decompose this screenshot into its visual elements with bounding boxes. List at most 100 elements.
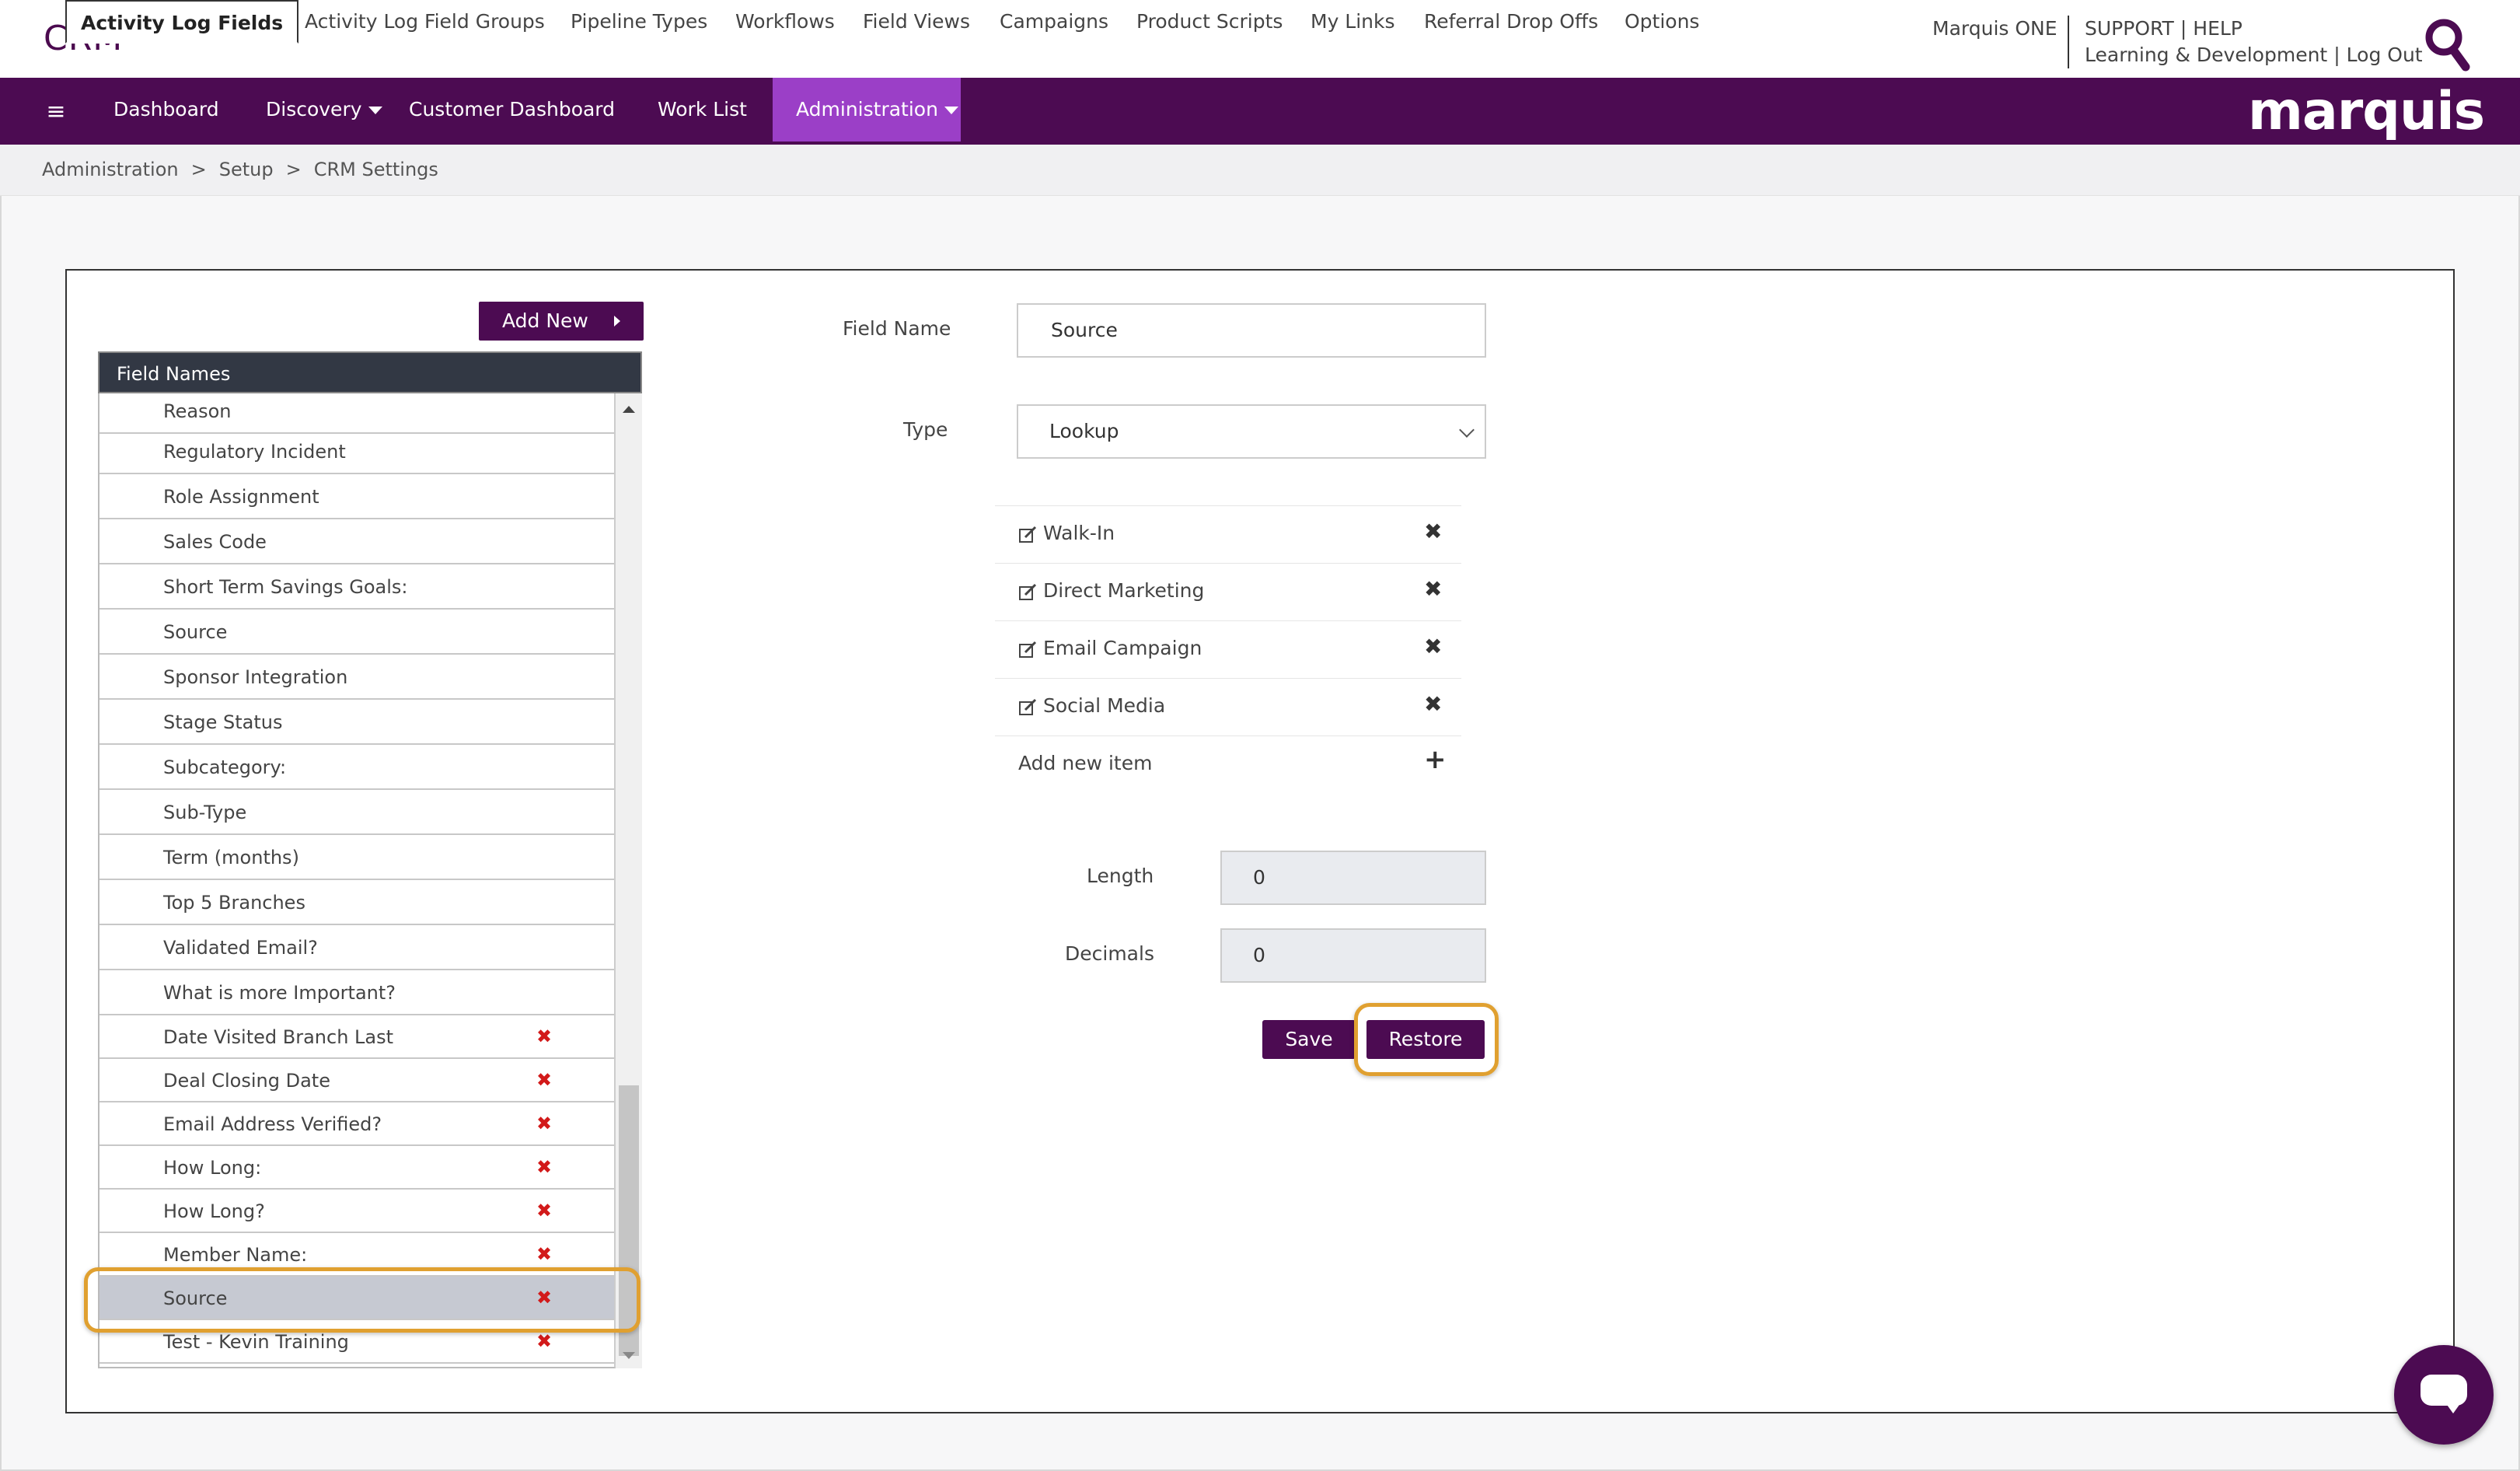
delete-icon[interactable]: ✖: [536, 1232, 552, 1276]
remove-icon[interactable]: ✖: [1424, 576, 1442, 602]
add-new-item-row[interactable]: Add new item +: [995, 736, 1461, 793]
chevron-down-icon: [1459, 422, 1475, 438]
nav-dashboard[interactable]: Dashboard: [90, 78, 243, 142]
tab-field-views[interactable]: Field Views: [863, 0, 970, 44]
breadcrumb-administration[interactable]: Administration: [42, 159, 179, 180]
tab-workflows[interactable]: Workflows: [735, 0, 835, 44]
field-list-row-label: Short Term Savings Goals:: [163, 576, 408, 598]
search-icon[interactable]: [2424, 17, 2470, 72]
tab-my-links[interactable]: My Links: [1311, 0, 1395, 44]
field-list-row[interactable]: What is more Important?: [99, 970, 614, 1015]
nav-work-list[interactable]: Work List: [634, 78, 770, 142]
nav-discovery-label: Discovery: [266, 98, 362, 121]
field-list-row[interactable]: How Long: ✖: [99, 1145, 614, 1190]
list-scrollbar[interactable]: [616, 393, 642, 1368]
link-separator: |: [2180, 17, 2187, 40]
help-link[interactable]: HELP: [2193, 17, 2243, 40]
field-list-row-label: Subcategory:: [163, 756, 287, 778]
remove-icon[interactable]: ✖: [1424, 634, 1442, 659]
field-list-row-label: Email Address Verified?: [163, 1113, 382, 1135]
field-list-row[interactable]: Source: [99, 610, 614, 655]
lookup-item: Email Campaign ✖: [995, 620, 1461, 678]
field-list-row-label: Date Visited Branch Last: [163, 1026, 394, 1048]
lookup-item-label: Social Media: [1043, 694, 1166, 717]
delete-icon[interactable]: ✖: [536, 1189, 552, 1232]
tab-activity-log-fields[interactable]: Activity Log Fields: [65, 0, 299, 44]
remove-icon[interactable]: ✖: [1424, 519, 1442, 544]
field-list-row[interactable]: Source ✖: [99, 1276, 614, 1320]
field-list-row-label: Validated Email?: [163, 937, 318, 959]
tab-product-scripts[interactable]: Product Scripts: [1136, 0, 1283, 44]
field-list-row[interactable]: Subcategory:: [99, 745, 614, 790]
field-list-row[interactable]: Regulatory Incident: [99, 429, 614, 474]
delete-icon[interactable]: ✖: [536, 1319, 552, 1363]
chevron-down-icon: [944, 107, 958, 114]
logout-link[interactable]: Log Out: [2347, 44, 2423, 66]
nav-customer-dashboard-label: Customer Dashboard: [409, 98, 616, 121]
remove-icon[interactable]: ✖: [1424, 691, 1442, 717]
field-list-row[interactable]: Sub-Type: [99, 790, 614, 835]
nav-customer-dashboard[interactable]: Customer Dashboard: [386, 78, 638, 142]
field-list-row[interactable]: Role Assignment: [99, 474, 614, 519]
field-list-row[interactable]: Short Term Savings Goals:: [99, 564, 614, 610]
support-help-links: SUPPORT | HELP: [2085, 17, 2243, 40]
tab-campaigns[interactable]: Campaigns: [1000, 0, 1108, 44]
edit-icon[interactable]: [1018, 640, 1038, 660]
type-label: Type: [903, 418, 948, 441]
field-list-row-label: Reason: [163, 400, 232, 422]
field-list-row-label: How Long?: [163, 1200, 265, 1222]
marquis-logo: marquis: [2248, 81, 2485, 142]
add-icon[interactable]: +: [1424, 744, 1447, 775]
tab-referral-drop-offs[interactable]: Referral Drop Offs: [1424, 0, 1598, 44]
field-list-row[interactable]: Validated Email?: [99, 925, 614, 970]
nav-discovery[interactable]: Discovery: [243, 78, 406, 142]
field-list-row[interactable]: Sponsor Integration: [99, 655, 614, 700]
nav-dashboard-label: Dashboard: [113, 98, 219, 121]
lookup-item-label: Direct Marketing: [1043, 579, 1205, 602]
field-list-row-label: Test - Kevin Training: [163, 1331, 349, 1353]
field-name-label: Field Name: [843, 317, 951, 340]
field-list-row-label: Deal Closing Date: [163, 1070, 330, 1092]
breadcrumb-setup[interactable]: Setup: [219, 159, 274, 180]
field-name-input[interactable]: Source: [1017, 303, 1486, 358]
delete-icon[interactable]: ✖: [536, 1058, 552, 1102]
field-list-row[interactable]: Stage Status: [99, 700, 614, 745]
length-input[interactable]: 0: [1220, 851, 1486, 905]
field-list-row[interactable]: Sales Code: [99, 519, 614, 564]
save-button[interactable]: Save: [1262, 1020, 1356, 1059]
caret-right-icon: [614, 316, 620, 327]
delete-icon[interactable]: ✖: [536, 1145, 552, 1189]
add-new-button[interactable]: Add New: [479, 302, 644, 341]
tab-options[interactable]: Options: [1625, 0, 1699, 44]
tab-pipeline-types[interactable]: Pipeline Types: [571, 0, 707, 44]
field-list-row[interactable]: Date Visited Branch Last ✖: [99, 1015, 614, 1059]
field-list-row[interactable]: Reason: [99, 393, 614, 434]
support-link[interactable]: SUPPORT: [2085, 17, 2174, 40]
tab-activity-log-field-groups[interactable]: Activity Log Field Groups: [305, 0, 545, 44]
scroll-down-icon[interactable]: [623, 1352, 635, 1359]
field-list-row[interactable]: How Long? ✖: [99, 1189, 614, 1233]
field-list-row[interactable]: Term (months): [99, 835, 614, 880]
field-list-row[interactable]: Member Name: ✖: [99, 1232, 614, 1277]
edit-icon[interactable]: [1018, 697, 1038, 718]
chat-button[interactable]: [2394, 1345, 2494, 1445]
field-list-row[interactable]: Test - Kevin Training ✖: [99, 1319, 614, 1364]
field-list-row-label: What is more Important?: [163, 982, 396, 1004]
edit-icon[interactable]: [1018, 582, 1038, 603]
learning-link[interactable]: Learning & Development: [2085, 44, 2327, 66]
field-list-row[interactable]: Deal Closing Date ✖: [99, 1058, 614, 1102]
delete-icon[interactable]: ✖: [536, 1276, 552, 1319]
scroll-thumb[interactable]: [619, 1085, 639, 1356]
field-list-row[interactable]: Email Address Verified? ✖: [99, 1102, 614, 1146]
nav-administration[interactable]: Administration: [773, 78, 961, 142]
type-select[interactable]: Lookup: [1017, 404, 1486, 459]
hamburger-menu-icon[interactable]: ≡: [40, 96, 72, 128]
decimals-input[interactable]: 0: [1220, 928, 1486, 983]
scroll-up-icon[interactable]: [623, 406, 635, 413]
field-list-row[interactable]: Top 5 Branches: [99, 880, 614, 925]
delete-icon[interactable]: ✖: [536, 1015, 552, 1058]
delete-icon[interactable]: ✖: [536, 1102, 552, 1145]
edit-icon[interactable]: [1018, 525, 1038, 545]
length-label: Length: [1087, 865, 1154, 887]
restore-button[interactable]: Restore: [1366, 1020, 1485, 1059]
